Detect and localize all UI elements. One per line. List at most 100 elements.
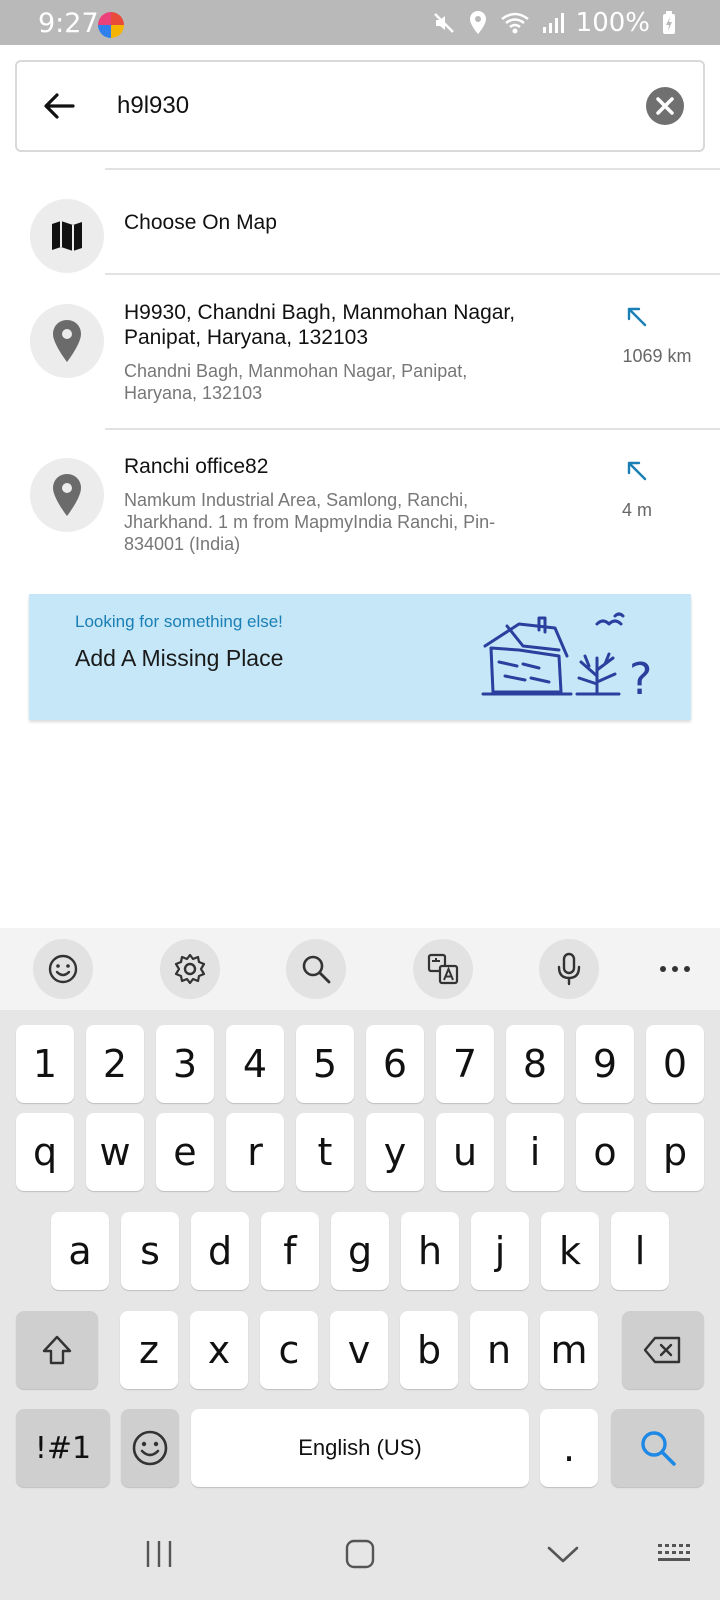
shift-icon [42, 1335, 72, 1365]
voice-input-button[interactable] [539, 939, 599, 999]
place-pin-badge [30, 458, 104, 532]
settings-button[interactable] [160, 939, 220, 999]
key-x[interactable]: x [190, 1311, 248, 1389]
signal-icon [542, 13, 564, 33]
banner-kicker: Looking for something else! [75, 612, 283, 631]
key-h[interactable]: h [401, 1212, 459, 1290]
key-k[interactable]: k [541, 1212, 599, 1290]
key-v[interactable]: v [330, 1311, 388, 1389]
more-icon [660, 966, 690, 972]
key-1[interactable]: 1 [16, 1025, 74, 1103]
key-o[interactable]: o [576, 1113, 634, 1191]
key-6[interactable]: 6 [366, 1025, 424, 1103]
key-2[interactable]: 2 [86, 1025, 144, 1103]
key-3[interactable]: 3 [156, 1025, 214, 1103]
direction-arrow-icon [627, 307, 647, 327]
key-s[interactable]: s [121, 1212, 179, 1290]
key-r[interactable]: r [226, 1113, 284, 1191]
mic-icon [557, 952, 581, 986]
search-icon [640, 1431, 676, 1466]
keyboard-toolbar [0, 928, 720, 1010]
result-address: Namkum Industrial Area, Samlong, Ranchi,… [124, 490, 496, 554]
backspace-icon [643, 1336, 681, 1364]
key-f[interactable]: f [261, 1212, 319, 1290]
place-pin-badge [30, 304, 104, 378]
app-notification-icon [98, 12, 124, 38]
location-pin-icon [53, 474, 81, 516]
add-missing-place-banner[interactable]: Looking for something else! Add A Missin… [29, 594, 691, 720]
missing-place-illustration: ? [481, 612, 652, 705]
wifi-icon [500, 12, 529, 34]
location-icon [469, 11, 486, 34]
key-7[interactable]: 7 [436, 1025, 494, 1103]
key-c[interactable]: c [260, 1311, 318, 1389]
backspace-key[interactable] [622, 1311, 704, 1389]
hide-keyboard-icon[interactable] [546, 1538, 580, 1570]
keyboard-switch-icon[interactable] [656, 1538, 692, 1570]
translate-button[interactable] [413, 939, 473, 999]
key-y[interactable]: y [366, 1113, 424, 1191]
status-bar: 9:27 100% [0, 0, 720, 45]
key-n[interactable]: n [470, 1311, 528, 1389]
close-icon [656, 97, 674, 115]
space-key[interactable]: English (US) [191, 1409, 529, 1487]
key-b[interactable]: b [400, 1311, 458, 1389]
search-icon [302, 955, 331, 984]
key-m[interactable]: m [540, 1311, 598, 1389]
divider [105, 168, 720, 170]
key-d[interactable]: d [191, 1212, 249, 1290]
result-distance: 1069 km [622, 346, 692, 366]
key-l[interactable]: l [611, 1212, 669, 1290]
key-4[interactable]: 4 [226, 1025, 284, 1103]
map-icon-badge [30, 199, 104, 273]
mute-icon [433, 13, 454, 33]
svg-text:?: ? [629, 654, 652, 705]
emoji-button[interactable] [33, 939, 93, 999]
back-arrow-icon[interactable] [39, 86, 79, 126]
key-9[interactable]: 9 [576, 1025, 634, 1103]
search-input[interactable] [117, 84, 617, 128]
key-q[interactable]: q [16, 1113, 74, 1191]
key-i[interactable]: i [506, 1113, 564, 1191]
divider [105, 273, 720, 275]
battery-charging-icon [663, 11, 675, 34]
translate-icon [427, 953, 459, 985]
key-a[interactable]: a [51, 1212, 109, 1290]
period-key[interactable]: . [540, 1409, 598, 1487]
banner-title: Add A Missing Place [75, 645, 284, 671]
location-pin-icon [53, 320, 81, 362]
key-8[interactable]: 8 [506, 1025, 564, 1103]
more-options-button[interactable] [645, 939, 705, 999]
home-icon[interactable] [344, 1538, 376, 1570]
battery-percentage: 100% [575, 8, 650, 38]
key-0[interactable]: 0 [646, 1025, 704, 1103]
clear-search-button[interactable] [646, 87, 684, 125]
search-bar [15, 60, 705, 152]
result-address: Chandni Bagh, Manmohan Nagar, Panipat, H… [124, 361, 468, 403]
symbols-key[interactable]: !#1 [16, 1409, 110, 1487]
status-time: 9:27 [38, 8, 99, 39]
key-w[interactable]: w [86, 1113, 144, 1191]
direction-arrow-icon [627, 461, 647, 481]
key-g[interactable]: g [331, 1212, 389, 1290]
result-title: H9930, Chandni Bagh, Manmohan Nagar, Pan… [124, 301, 516, 349]
search-action-key[interactable] [611, 1409, 704, 1487]
key-t[interactable]: t [296, 1113, 354, 1191]
result-title: Ranchi office82 [124, 455, 269, 478]
emoji-icon [48, 954, 78, 984]
key-z[interactable]: z [120, 1311, 178, 1389]
divider [105, 428, 720, 430]
shift-key[interactable] [16, 1311, 98, 1389]
key-u[interactable]: u [436, 1113, 494, 1191]
key-j[interactable]: j [471, 1212, 529, 1290]
keyboard-search-button[interactable] [286, 939, 346, 999]
key-e[interactable]: e [156, 1113, 214, 1191]
choose-on-map-label: Choose On Map [124, 211, 277, 234]
key-5[interactable]: 5 [296, 1025, 354, 1103]
emoji-icon [132, 1430, 168, 1466]
gear-icon [174, 953, 206, 985]
key-p[interactable]: p [646, 1113, 704, 1191]
recent-apps-icon[interactable] [144, 1538, 174, 1570]
emoji-key[interactable] [121, 1409, 179, 1487]
map-icon [52, 221, 82, 251]
